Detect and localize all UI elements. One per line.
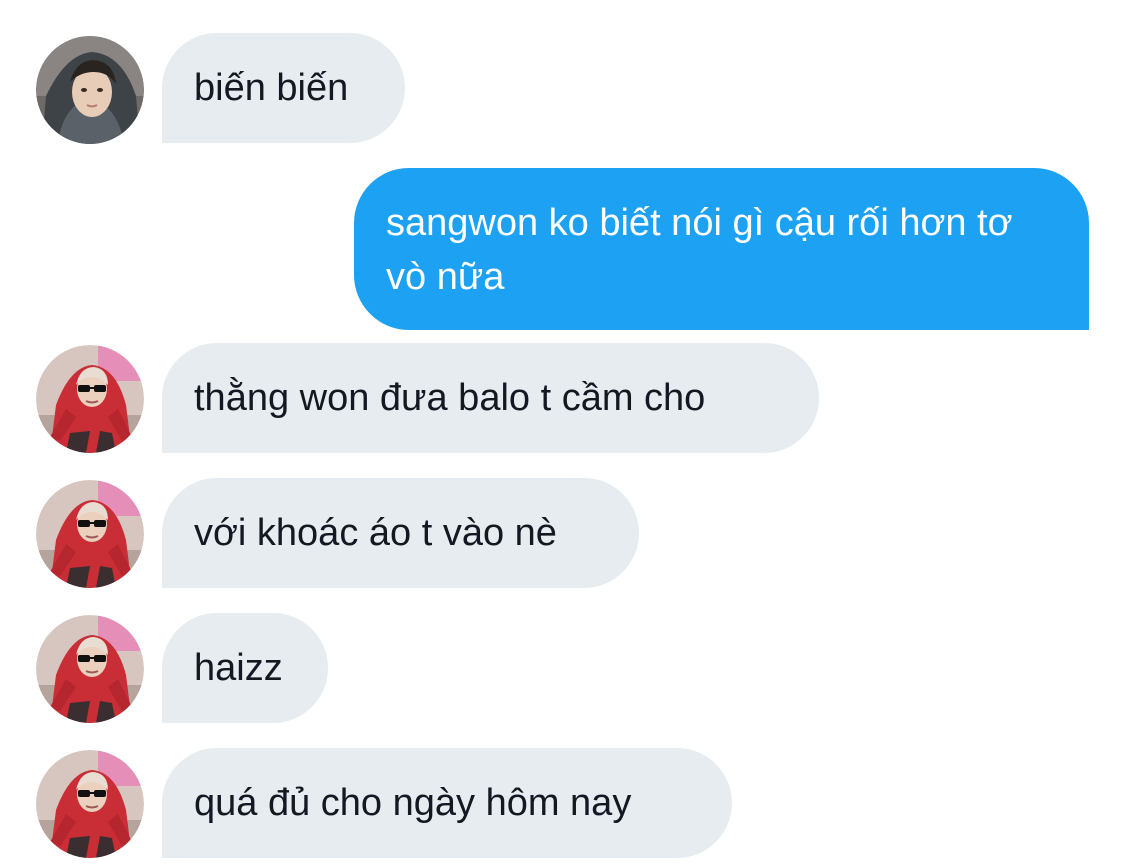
- incoming-message-bubble[interactable]: haizz: [162, 613, 328, 723]
- incoming-message-bubble[interactable]: biến biến: [162, 33, 405, 143]
- sender-avatar[interactable]: [36, 750, 144, 858]
- message-row: biến biến: [0, 33, 1125, 144]
- message-text: quá đủ cho ngày hôm nay: [194, 782, 632, 824]
- sender-avatar[interactable]: [36, 36, 144, 144]
- incoming-message-bubble[interactable]: với khoác áo t vào nè: [162, 478, 639, 588]
- message-row: thằng won đưa balo t cầm cho: [0, 343, 1125, 453]
- avatar-red-hoodie-sunglasses-icon: [36, 345, 144, 453]
- message-text: sangwon ko biết nói gì cậu rối hơn tơ vò…: [386, 202, 1013, 298]
- sender-avatar[interactable]: [36, 615, 144, 723]
- message-text: với khoác áo t vào nè: [194, 512, 557, 554]
- avatar-hooded-person-icon: [36, 36, 144, 144]
- incoming-message-bubble[interactable]: thằng won đưa balo t cầm cho: [162, 343, 819, 453]
- avatar-red-hoodie-sunglasses-icon: [36, 480, 144, 588]
- sender-avatar[interactable]: [36, 345, 144, 453]
- message-row: haizz: [0, 613, 1125, 723]
- sender-avatar[interactable]: [36, 480, 144, 588]
- incoming-message-bubble[interactable]: quá đủ cho ngày hôm nay: [162, 748, 732, 858]
- outgoing-message-bubble[interactable]: sangwon ko biết nói gì cậu rối hơn tơ vò…: [354, 168, 1089, 330]
- message-thread: biến biến sangwon ko biết nói gì cậu rối…: [0, 0, 1125, 867]
- message-text: thằng won đưa balo t cầm cho: [194, 377, 706, 419]
- message-text: biến biến: [194, 67, 349, 109]
- message-row: với khoác áo t vào nè: [0, 478, 1125, 588]
- avatar-red-hoodie-sunglasses-icon: [36, 750, 144, 858]
- message-row: quá đủ cho ngày hôm nay: [0, 748, 1125, 858]
- message-text: haizz: [194, 647, 283, 689]
- avatar-red-hoodie-sunglasses-icon: [36, 615, 144, 723]
- message-row: sangwon ko biết nói gì cậu rối hơn tơ vò…: [0, 168, 1125, 330]
